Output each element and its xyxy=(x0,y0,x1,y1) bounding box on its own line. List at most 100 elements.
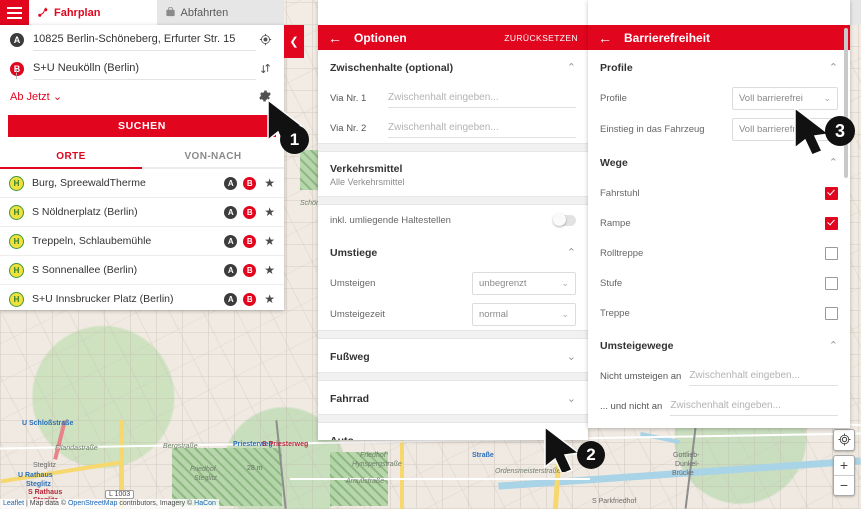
star-icon[interactable]: ★ xyxy=(264,205,275,219)
transfers-count-row[interactable]: Umsteigen unbegrenzt ⌄ xyxy=(318,268,588,299)
section-changes-header[interactable]: Umstiege ⌃ xyxy=(318,235,588,268)
transfer-time-row[interactable]: Umsteigezeit normal ⌄ xyxy=(318,299,588,330)
chevron-up-icon[interactable]: ⌃ xyxy=(567,61,576,74)
options-panel: ← Optionen ZURÜCKSETZEN Zwischenhalte (o… xyxy=(318,0,588,440)
checkbox-label: Treppe xyxy=(600,307,630,319)
map-locate-button[interactable] xyxy=(833,429,855,451)
star-icon[interactable]: ★ xyxy=(264,176,275,190)
checkbox[interactable] xyxy=(825,186,838,200)
chevron-up-icon[interactable]: ⌃ xyxy=(567,246,576,259)
origin-input[interactable]: 10825 Berlin-Schöneberg, Erfurter Str. 1… xyxy=(33,28,256,51)
departure-time-selector[interactable]: Ab Jetzt ⌄ xyxy=(10,90,62,103)
map-zoom-controls[interactable]: + − xyxy=(833,455,855,496)
origin-row[interactable]: A 10825 Berlin-Schöneberg, Erfurter Str.… xyxy=(0,25,284,54)
map-label: Ordensmeisterstraße xyxy=(495,468,561,475)
set-as-destination-button[interactable]: B xyxy=(243,263,257,277)
attribution-osm-link[interactable]: OpenStreetMap xyxy=(68,500,117,507)
star-icon[interactable]: ★ xyxy=(264,234,275,248)
chevron-down-icon: ⌄ xyxy=(561,278,569,288)
section-fussweg-header[interactable]: Fußweg ⌄ xyxy=(318,339,588,372)
nearby-stops-toggle[interactable] xyxy=(553,213,576,226)
section-profile-header[interactable]: Profile ⌃ xyxy=(588,50,850,83)
checkbox[interactable] xyxy=(825,306,838,320)
via2-row[interactable]: Via Nr. 2 Zwischenhalt eingeben... xyxy=(318,113,588,143)
checkbox[interactable] xyxy=(825,216,838,230)
no-transfer-2-row[interactable]: ... und nicht an Zwischenhalt eingeben..… xyxy=(588,391,850,421)
section-auto-header[interactable]: Auto ⌄ xyxy=(318,423,588,441)
attribution-hacon-link[interactable]: HaCon xyxy=(194,500,216,507)
via1-input[interactable]: Zwischenhalt eingeben... xyxy=(388,88,576,108)
via1-row[interactable]: Via Nr. 1 Zwischenhalt eingeben... xyxy=(318,83,588,113)
attribution-leaflet-link[interactable]: Leaflet xyxy=(3,500,24,507)
checkbox-row[interactable]: Rampe xyxy=(588,208,850,238)
search-button[interactable]: SUCHEN xyxy=(8,115,276,137)
section-wege-header[interactable]: Wege ⌃ xyxy=(588,145,850,178)
chevron-up-icon[interactable]: ⌃ xyxy=(829,156,838,169)
section-transport-header[interactable]: Verkehrsmittel Alle Verkehrsmittel xyxy=(318,152,588,196)
transfers-count-label: Umsteigen xyxy=(330,278,376,289)
swap-stations-button[interactable] xyxy=(256,60,274,78)
set-as-origin-button[interactable]: A xyxy=(224,263,238,277)
section-via-header[interactable]: Zwischenhalte (optional) ⌃ xyxy=(318,50,588,83)
list-item[interactable]: H Burg, SpreewaldTherme A B ★ xyxy=(0,169,284,198)
section-divider xyxy=(318,143,588,152)
list-item[interactable]: H S Sonnenallee (Berlin) A B ★ xyxy=(0,256,284,285)
no-transfer-1-input[interactable]: Zwischenhalt eingeben... xyxy=(689,366,838,386)
checkbox-row[interactable]: Fahrstuhl xyxy=(588,178,850,208)
reset-button[interactable]: ZURÜCKSETZEN xyxy=(504,33,578,43)
set-as-destination-button[interactable]: B xyxy=(243,176,257,190)
section-fahrrad-header[interactable]: Fahrrad ⌄ xyxy=(318,381,588,414)
zoom-out-button[interactable]: − xyxy=(834,476,854,495)
section-umsteigewege-header[interactable]: Umsteigewege ⌃ xyxy=(588,328,850,361)
set-as-destination-button[interactable]: B xyxy=(243,205,257,219)
list-item[interactable]: H Treppeln, Schlaubemühle A B ★ xyxy=(0,227,284,256)
set-as-origin-button[interactable]: A xyxy=(224,234,238,248)
destination-input[interactable]: S+U Neukölln (Berlin) xyxy=(33,57,256,80)
zoom-in-button[interactable]: + xyxy=(834,456,854,476)
collapse-panel-button[interactable]: ❮ xyxy=(284,25,304,58)
chevron-up-icon[interactable]: ⌃ xyxy=(829,339,838,352)
chevron-down-icon[interactable]: ⌄ xyxy=(567,434,576,440)
profile-row[interactable]: Profile Voll barrierefrei ⌄ xyxy=(588,83,850,114)
tab-fahrplan[interactable]: Fahrplan xyxy=(29,0,157,25)
checkbox-row[interactable]: Stufe xyxy=(588,268,850,298)
set-as-origin-button[interactable]: A xyxy=(224,205,238,219)
locate-origin-button[interactable] xyxy=(256,31,274,49)
subtab-von-nach[interactable]: VON-NACH xyxy=(142,145,284,169)
menu-button[interactable] xyxy=(0,0,29,25)
options-settings-button[interactable] xyxy=(256,87,274,105)
set-as-origin-button[interactable]: A xyxy=(224,176,238,190)
list-item[interactable]: H S Nöldnerplatz (Berlin) A B ★ xyxy=(0,198,284,227)
destination-row[interactable]: B S+U Neukölln (Berlin) xyxy=(0,54,284,83)
back-button[interactable]: ← xyxy=(328,31,342,45)
star-icon[interactable]: ★ xyxy=(264,263,275,277)
set-as-destination-button[interactable]: B xyxy=(243,234,257,248)
boarding-select[interactable]: Voll barrierefrei ⌄ xyxy=(732,118,838,141)
checkbox-row[interactable]: Treppe xyxy=(588,298,850,328)
subtab-orte[interactable]: ORTE xyxy=(0,145,142,169)
boarding-row[interactable]: Einstieg in das Fahrzeug Voll barrierefr… xyxy=(588,114,850,145)
transfer-time-select[interactable]: normal ⌄ xyxy=(472,303,576,326)
section-divider xyxy=(318,414,588,423)
checkbox[interactable] xyxy=(825,276,838,290)
no-transfer-1-row[interactable]: Nicht umsteigen an Zwischenhalt eingeben… xyxy=(588,361,850,391)
transfers-count-select[interactable]: unbegrenzt ⌄ xyxy=(472,272,576,295)
places-list: H Burg, SpreewaldTherme A B ★ H S Nöldnerplatz… xyxy=(0,169,284,310)
chevron-down-icon[interactable]: ⌄ xyxy=(567,350,576,363)
set-as-destination-button[interactable]: B xyxy=(243,292,257,306)
tab-abfahrten[interactable]: Abfahrten xyxy=(156,0,284,25)
map-label: Steglitz xyxy=(33,462,56,469)
set-as-origin-button[interactable]: A xyxy=(224,292,238,306)
panel-scrollbar[interactable] xyxy=(844,28,848,178)
chevron-down-icon[interactable]: ⌄ xyxy=(567,392,576,405)
list-item[interactable]: H S+U Innsbrucker Platz (Berlin) A B ★ xyxy=(0,285,284,310)
checkbox-row[interactable]: Rolltreppe xyxy=(588,238,850,268)
star-icon[interactable]: ★ xyxy=(264,292,275,306)
back-button[interactable]: ← xyxy=(598,31,612,45)
checkbox[interactable] xyxy=(825,246,838,260)
profile-select[interactable]: Voll barrierefrei ⌄ xyxy=(732,87,838,110)
chevron-up-icon[interactable]: ⌃ xyxy=(829,61,838,74)
nearby-stops-row[interactable]: inkl. umliegende Haltestellen xyxy=(318,205,588,235)
via2-input[interactable]: Zwischenhalt eingeben... xyxy=(388,118,576,138)
no-transfer-2-input[interactable]: Zwischenhalt eingeben... xyxy=(670,396,838,416)
